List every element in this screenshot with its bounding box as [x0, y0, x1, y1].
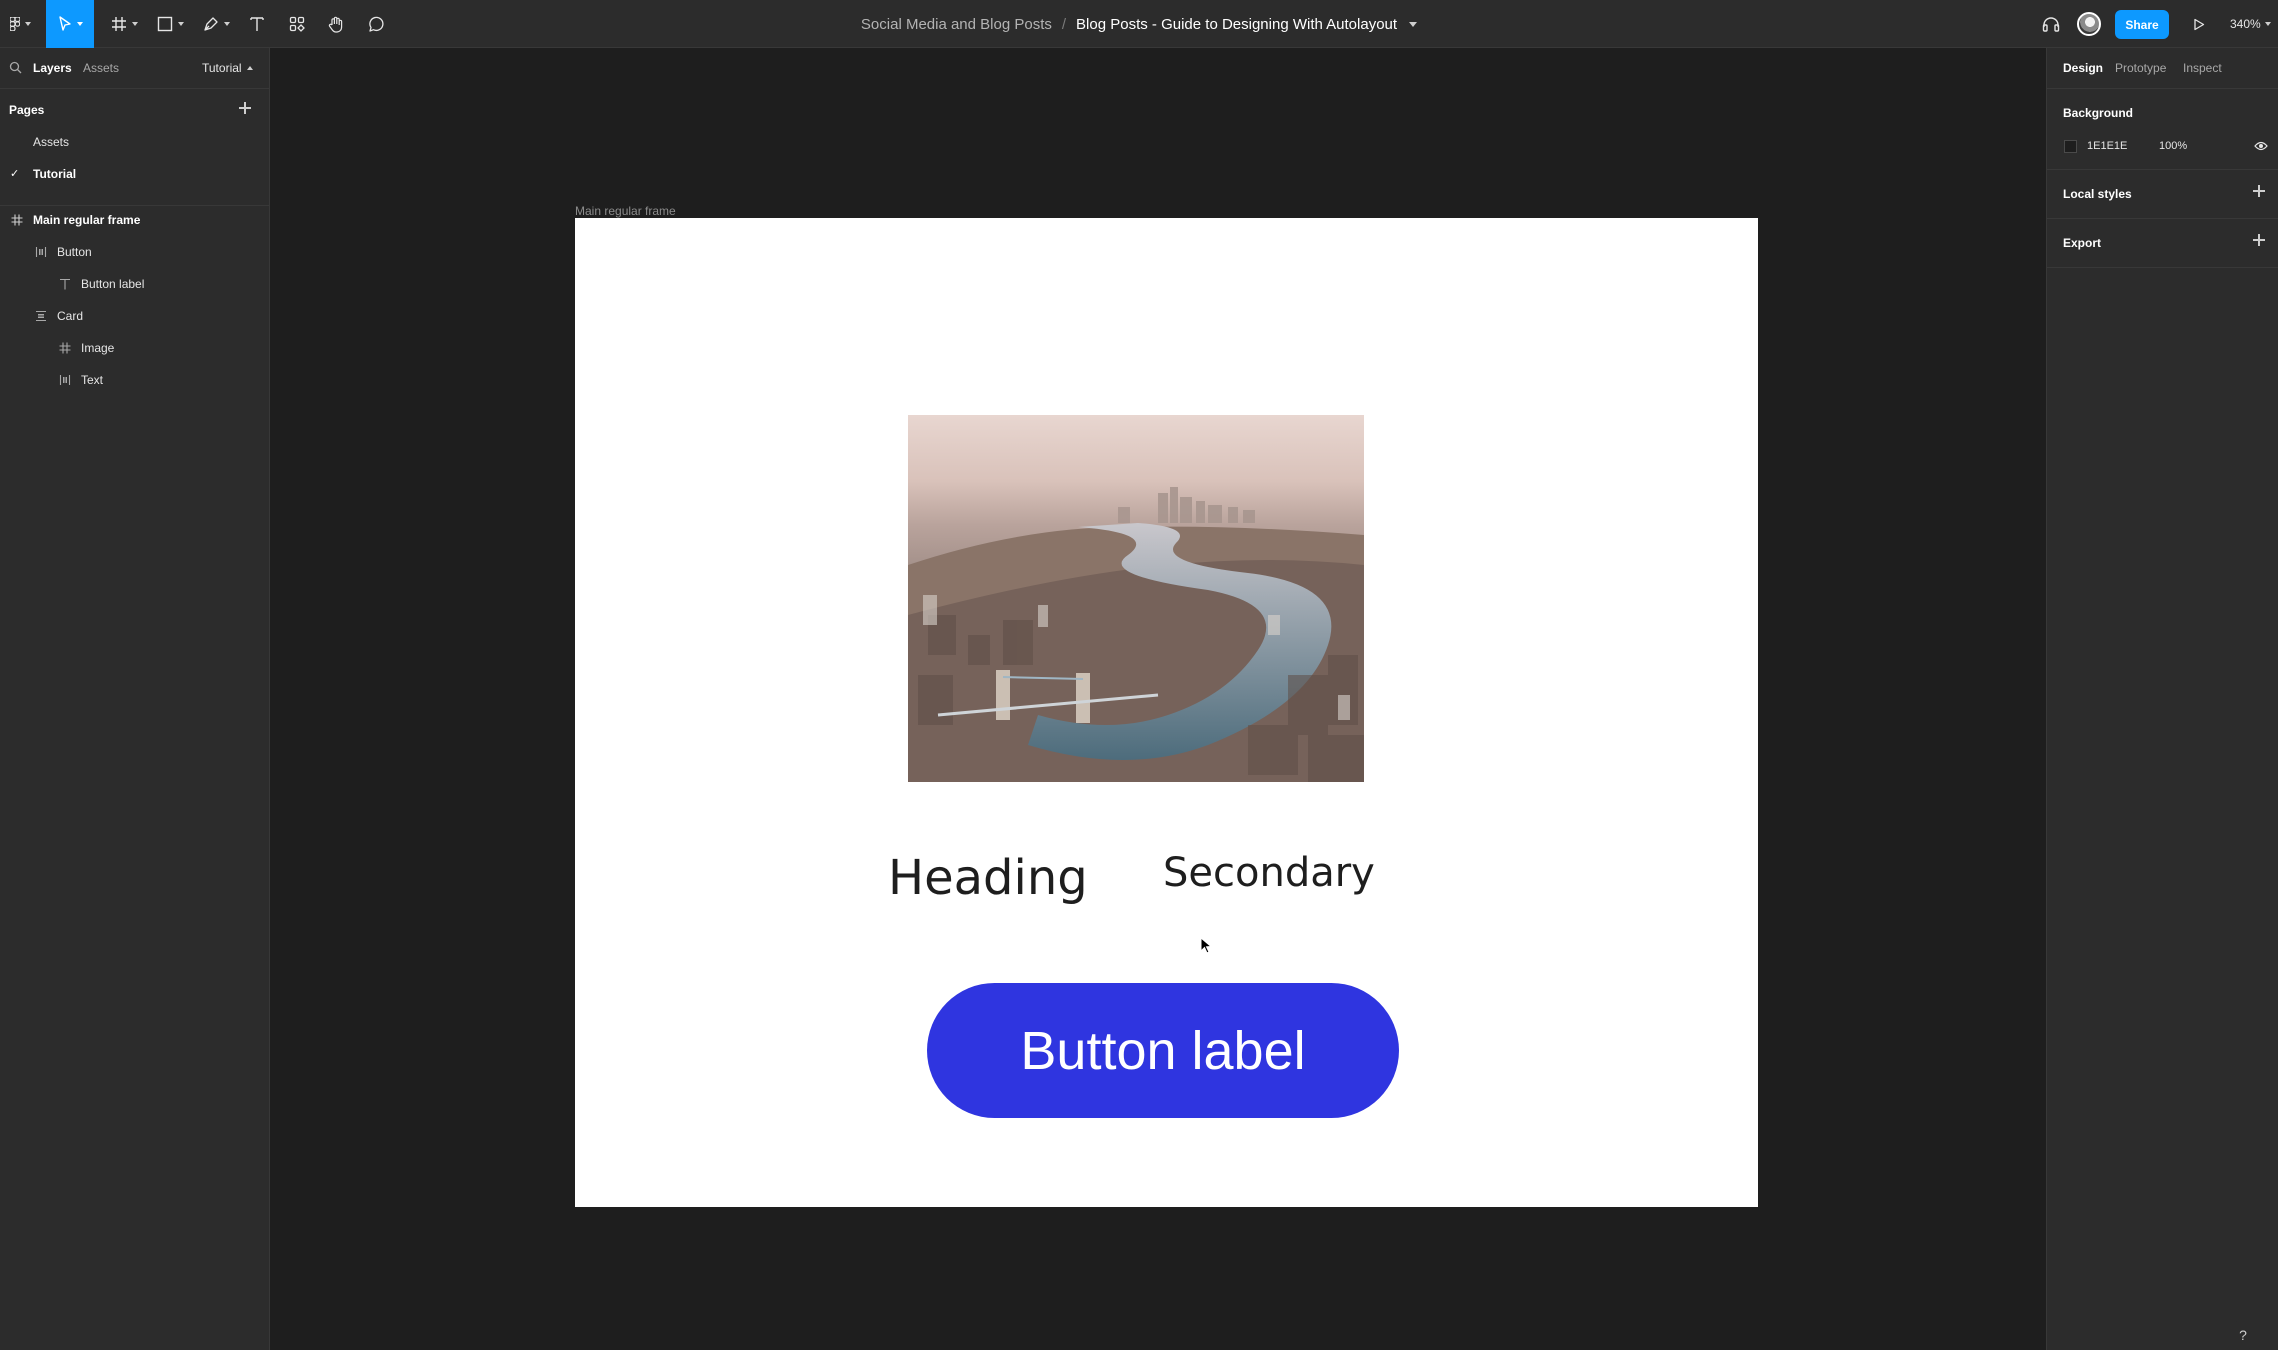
text-tool-button[interactable]	[242, 0, 272, 48]
zoom-level: 340%	[2230, 17, 2261, 31]
right-panel: Design Prototype Inspect Background 1E1E…	[2046, 48, 2278, 1350]
export-heading: Export	[2063, 236, 2102, 250]
layer-label: Button	[57, 245, 92, 259]
background-hex-input[interactable]: 1E1E1E	[2087, 140, 2127, 152]
card-heading[interactable]: Heading	[888, 850, 1088, 906]
tab-inspect[interactable]: Inspect	[2183, 61, 2222, 75]
layer-card[interactable]: Card	[33, 300, 83, 332]
chevron-down-icon	[131, 22, 138, 26]
page-switcher[interactable]: Tutorial	[202, 61, 253, 75]
pen-tool-button[interactable]	[196, 0, 236, 48]
cursor-arrow-icon	[58, 16, 71, 31]
background-color-swatch[interactable]	[2064, 140, 2077, 153]
local-styles-heading: Local styles	[2063, 187, 2132, 201]
audio-button[interactable]	[2036, 0, 2066, 48]
present-button[interactable]	[2186, 0, 2212, 48]
breadcrumb-separator: /	[1061, 15, 1067, 33]
chevron-down-icon	[223, 22, 230, 26]
resources-tool-button[interactable]	[282, 0, 312, 48]
chevron-down-icon	[177, 22, 184, 26]
layer-button[interactable]: Button	[33, 236, 92, 268]
tab-layers[interactable]: Layers	[33, 61, 72, 75]
button-label-frame[interactable]: Button label	[927, 983, 1399, 1118]
zoom-dropdown[interactable]: 340%	[2230, 0, 2271, 48]
divider	[2047, 267, 2278, 268]
search-icon[interactable]	[9, 61, 22, 74]
page-item-tutorial[interactable]: Tutorial	[33, 167, 76, 181]
add-page-icon[interactable]	[238, 101, 252, 115]
components-icon	[289, 16, 305, 32]
toolbar: Social Media and Blog Posts / Blog Posts…	[0, 0, 2278, 48]
autolayout-horizontal-icon	[57, 372, 73, 388]
autolayout-vertical-icon	[33, 308, 49, 324]
autolayout-horizontal-icon	[33, 244, 49, 260]
file-name[interactable]: Blog Posts - Guide to Designing With Aut…	[1076, 16, 1397, 33]
add-export-icon[interactable]	[2252, 233, 2266, 247]
figma-logo-icon	[9, 17, 20, 31]
tab-prototype[interactable]: Prototype	[2115, 61, 2166, 75]
shape-tool-button[interactable]	[150, 0, 190, 48]
left-panel: Layers Assets Tutorial Pages Assets ✓ Tu…	[0, 48, 270, 1350]
chevron-down-icon	[24, 22, 31, 26]
hand-tool-button[interactable]	[321, 0, 351, 48]
divider	[2047, 169, 2278, 170]
city-river-illustration	[908, 415, 1364, 782]
play-icon	[2194, 18, 2205, 30]
checkmark-icon: ✓	[10, 168, 20, 180]
add-style-icon[interactable]	[2252, 184, 2266, 198]
layer-label: Card	[57, 309, 84, 323]
city-photo-image[interactable]	[908, 415, 1364, 782]
tab-design[interactable]: Design	[2063, 61, 2103, 75]
tab-assets[interactable]: Assets	[83, 61, 119, 75]
main-menu-button[interactable]	[0, 0, 40, 48]
divider	[2047, 218, 2278, 219]
avatar[interactable]	[2077, 12, 2101, 36]
layer-label: Button label	[81, 277, 145, 291]
frame-icon	[57, 340, 73, 356]
help-button[interactable]: ?	[2228, 1320, 2258, 1350]
move-tool-button[interactable]	[46, 0, 94, 48]
layer-label: Text	[81, 373, 104, 387]
layer-main-regular-frame[interactable]: Main regular frame	[9, 204, 140, 236]
pages-heading: Pages	[9, 103, 45, 117]
page-item-assets[interactable]: Assets	[33, 135, 69, 149]
frame-tool-button[interactable]	[104, 0, 144, 48]
share-button[interactable]: Share	[2115, 10, 2169, 39]
chevron-down-icon	[76, 22, 83, 26]
chevron-up-icon	[246, 66, 253, 70]
text-icon	[57, 276, 73, 292]
layer-label: Main regular frame	[33, 213, 141, 227]
comment-tool-button[interactable]	[361, 0, 391, 48]
background-heading: Background	[2063, 106, 2134, 120]
background-opacity-input[interactable]: 100%	[2159, 140, 2187, 152]
project-name[interactable]: Social Media and Blog Posts	[861, 16, 1052, 33]
hand-icon	[328, 16, 343, 33]
chevron-down-icon	[2264, 22, 2271, 26]
layer-label: Image	[81, 341, 115, 355]
layer-text[interactable]: Text	[57, 364, 103, 396]
pen-icon	[203, 17, 218, 31]
divider	[0, 88, 270, 89]
text-icon	[250, 17, 264, 31]
card-secondary-text[interactable]: Secondary	[1163, 850, 1375, 896]
current-page-label: Tutorial	[202, 61, 242, 75]
frame-label[interactable]: Main regular frame	[575, 204, 676, 218]
layer-image[interactable]: Image	[57, 332, 114, 364]
eye-icon[interactable]	[2254, 140, 2268, 152]
frame-icon	[111, 17, 126, 31]
frame-icon	[9, 212, 25, 228]
divider	[2047, 88, 2278, 89]
rectangle-icon	[157, 16, 172, 32]
button-label-text: Button label	[1020, 1020, 1306, 1081]
headphones-icon	[2042, 17, 2060, 32]
layer-button-label[interactable]: Button label	[57, 268, 144, 300]
comment-icon	[369, 16, 384, 32]
chevron-down-icon[interactable]	[1409, 21, 1418, 27]
mouse-cursor-icon	[1200, 937, 1212, 954]
